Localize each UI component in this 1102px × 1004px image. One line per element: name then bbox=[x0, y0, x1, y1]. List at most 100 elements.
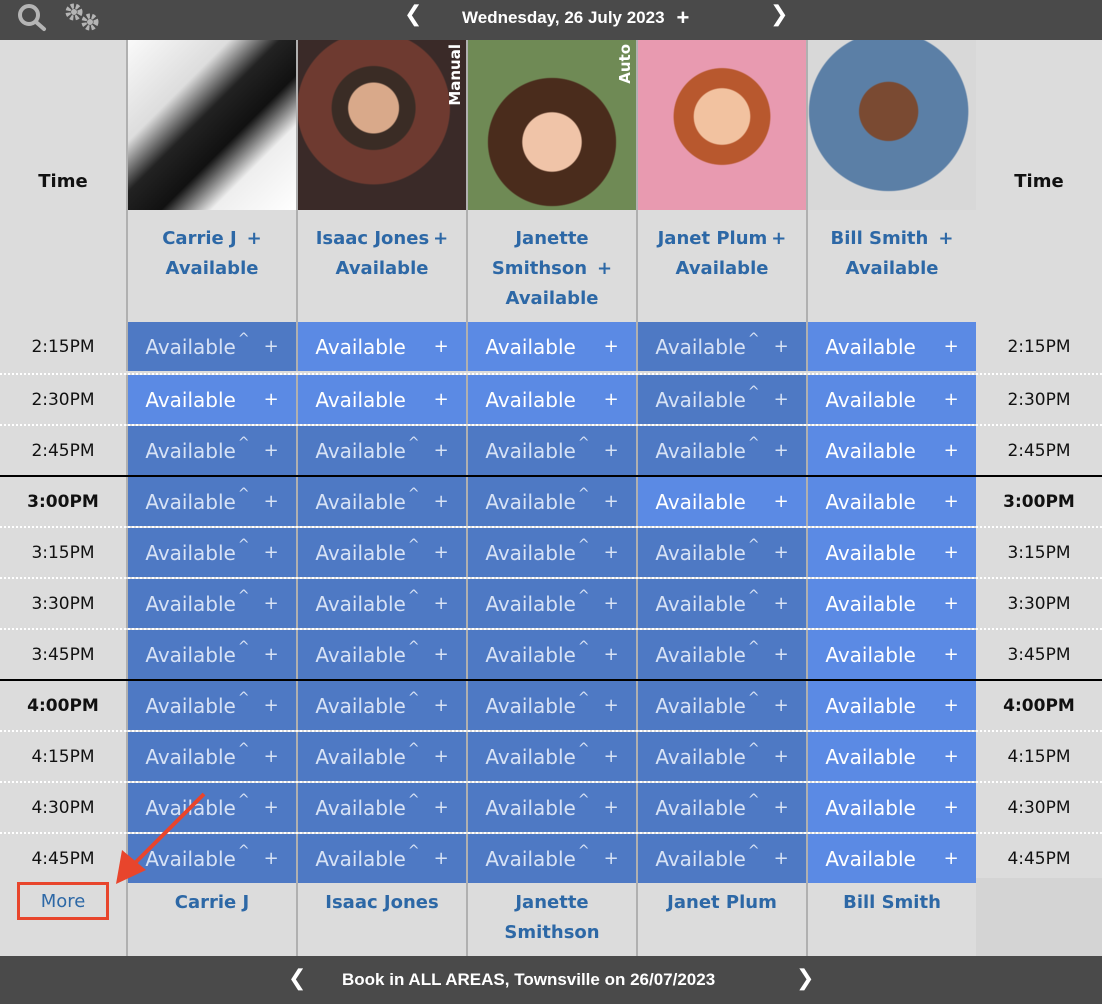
staff-name-link[interactable]: Janette Smithson bbox=[492, 228, 589, 279]
add-booking-icon[interactable]: + bbox=[944, 695, 959, 716]
add-booking-icon[interactable]: + bbox=[774, 695, 789, 716]
caret-up-icon[interactable]: ^ bbox=[408, 792, 420, 808]
add-booking-icon[interactable]: + bbox=[604, 440, 619, 461]
add-booking-button[interactable]: + bbox=[247, 228, 262, 249]
caret-up-icon[interactable]: ^ bbox=[238, 843, 250, 859]
add-booking-icon[interactable]: + bbox=[774, 491, 789, 512]
time-slot-cell[interactable]: Available^+ bbox=[296, 681, 466, 730]
add-booking-icon[interactable]: + bbox=[264, 389, 279, 410]
caret-up-icon[interactable]: ^ bbox=[238, 792, 250, 808]
add-booking-icon[interactable]: + bbox=[434, 440, 449, 461]
add-booking-icon[interactable]: + bbox=[774, 848, 789, 869]
time-slot-cell[interactable]: Available^+ bbox=[126, 426, 296, 475]
add-booking-icon[interactable]: + bbox=[604, 542, 619, 563]
add-booking-icon[interactable]: + bbox=[944, 797, 959, 818]
search-icon[interactable] bbox=[16, 2, 48, 36]
add-booking-icon[interactable]: + bbox=[604, 848, 619, 869]
settings-gears-icon[interactable] bbox=[62, 2, 104, 36]
bottom-staff-link[interactable]: Bill Smith bbox=[806, 878, 976, 956]
add-booking-icon[interactable]: + bbox=[774, 389, 789, 410]
time-slot-cell[interactable]: Available^+ bbox=[636, 426, 806, 475]
time-slot-cell[interactable]: Available^+ bbox=[636, 732, 806, 781]
staff-name-link[interactable]: Janet Plum bbox=[658, 228, 768, 249]
time-slot-cell[interactable]: Available^+ bbox=[296, 528, 466, 577]
staff-photo[interactable] bbox=[638, 40, 806, 210]
caret-up-icon[interactable]: ^ bbox=[748, 331, 760, 347]
add-booking-icon[interactable]: + bbox=[774, 593, 789, 614]
caret-up-icon[interactable]: ^ bbox=[238, 537, 250, 553]
add-booking-icon[interactable]: + bbox=[944, 389, 959, 410]
caret-up-icon[interactable]: ^ bbox=[408, 537, 420, 553]
add-booking-icon[interactable]: + bbox=[264, 797, 279, 818]
add-booking-icon[interactable]: + bbox=[264, 746, 279, 767]
caret-up-icon[interactable]: ^ bbox=[408, 639, 420, 655]
footer-next-button[interactable]: ❯ bbox=[796, 966, 814, 991]
add-booking-icon[interactable]: + bbox=[434, 797, 449, 818]
time-slot-cell[interactable]: Available^+ bbox=[636, 528, 806, 577]
time-slot-cell[interactable]: Available^+ bbox=[806, 732, 976, 781]
caret-up-icon[interactable]: ^ bbox=[238, 690, 250, 706]
caret-up-icon[interactable]: ^ bbox=[578, 843, 590, 859]
time-slot-cell[interactable]: Available^+ bbox=[296, 477, 466, 526]
caret-up-icon[interactable]: ^ bbox=[408, 741, 420, 757]
add-booking-icon[interactable]: + bbox=[604, 491, 619, 512]
add-booking-icon[interactable]: + bbox=[604, 593, 619, 614]
bottom-staff-link[interactable]: Carrie J bbox=[126, 878, 296, 956]
caret-up-icon[interactable]: ^ bbox=[578, 639, 590, 655]
next-day-button[interactable]: ❯ bbox=[770, 2, 788, 27]
add-booking-button[interactable]: + bbox=[677, 5, 690, 31]
add-booking-icon[interactable]: + bbox=[774, 797, 789, 818]
caret-up-icon[interactable]: ^ bbox=[578, 435, 590, 451]
add-booking-icon[interactable]: + bbox=[264, 848, 279, 869]
time-slot-cell[interactable]: Available^+ bbox=[466, 630, 636, 679]
caret-up-icon[interactable]: ^ bbox=[238, 741, 250, 757]
time-slot-cell[interactable]: Available^+ bbox=[126, 681, 296, 730]
add-booking-icon[interactable]: + bbox=[264, 644, 279, 665]
time-slot-cell[interactable]: Available^+ bbox=[636, 322, 806, 371]
time-slot-cell[interactable]: Available^+ bbox=[466, 681, 636, 730]
add-booking-icon[interactable]: + bbox=[774, 440, 789, 461]
staff-name-link[interactable]: Isaac Jones bbox=[316, 228, 429, 249]
time-slot-cell[interactable]: Available^+ bbox=[466, 477, 636, 526]
time-slot-cell[interactable]: Available^+ bbox=[806, 375, 976, 424]
add-booking-icon[interactable]: + bbox=[264, 593, 279, 614]
time-slot-cell[interactable]: Available^+ bbox=[806, 681, 976, 730]
add-booking-icon[interactable]: + bbox=[944, 440, 959, 461]
add-booking-icon[interactable]: + bbox=[434, 491, 449, 512]
add-booking-icon[interactable]: + bbox=[264, 542, 279, 563]
time-slot-cell[interactable]: Available^+ bbox=[636, 630, 806, 679]
time-slot-cell[interactable]: Available^+ bbox=[296, 322, 466, 371]
time-slot-cell[interactable]: Available^+ bbox=[126, 477, 296, 526]
add-booking-icon[interactable]: + bbox=[434, 389, 449, 410]
add-booking-icon[interactable]: + bbox=[944, 593, 959, 614]
time-slot-cell[interactable]: Available^+ bbox=[806, 783, 976, 832]
time-slot-cell[interactable]: Available^+ bbox=[296, 375, 466, 424]
caret-up-icon[interactable]: ^ bbox=[748, 792, 760, 808]
time-slot-cell[interactable]: Available^+ bbox=[466, 732, 636, 781]
staff-photo[interactable]: Auto bbox=[468, 40, 636, 210]
time-slot-cell[interactable]: Available^+ bbox=[806, 426, 976, 475]
add-booking-button[interactable]: + bbox=[597, 258, 612, 279]
time-slot-cell[interactable]: Available^+ bbox=[636, 579, 806, 628]
add-booking-icon[interactable]: + bbox=[434, 644, 449, 665]
time-slot-cell[interactable]: Available^+ bbox=[636, 834, 806, 883]
time-slot-cell[interactable]: Available^+ bbox=[466, 375, 636, 424]
caret-up-icon[interactable]: ^ bbox=[408, 588, 420, 604]
time-slot-cell[interactable]: Available^+ bbox=[636, 783, 806, 832]
caret-up-icon[interactable]: ^ bbox=[748, 639, 760, 655]
time-slot-cell[interactable]: Available^+ bbox=[296, 732, 466, 781]
add-booking-icon[interactable]: + bbox=[434, 848, 449, 869]
caret-up-icon[interactable]: ^ bbox=[748, 588, 760, 604]
caret-up-icon[interactable]: ^ bbox=[578, 690, 590, 706]
time-slot-cell[interactable]: Available^+ bbox=[636, 477, 806, 526]
caret-up-icon[interactable]: ^ bbox=[238, 486, 250, 502]
caret-up-icon[interactable]: ^ bbox=[578, 792, 590, 808]
caret-up-icon[interactable]: ^ bbox=[238, 331, 250, 347]
staff-name-link[interactable]: Carrie J bbox=[162, 228, 236, 249]
bottom-staff-link[interactable]: Janet Plum bbox=[636, 878, 806, 956]
time-slot-cell[interactable]: Available^+ bbox=[466, 579, 636, 628]
time-slot-cell[interactable]: Available^+ bbox=[126, 630, 296, 679]
add-booking-button[interactable]: + bbox=[938, 228, 953, 249]
add-booking-icon[interactable]: + bbox=[434, 746, 449, 767]
caret-up-icon[interactable]: ^ bbox=[578, 588, 590, 604]
